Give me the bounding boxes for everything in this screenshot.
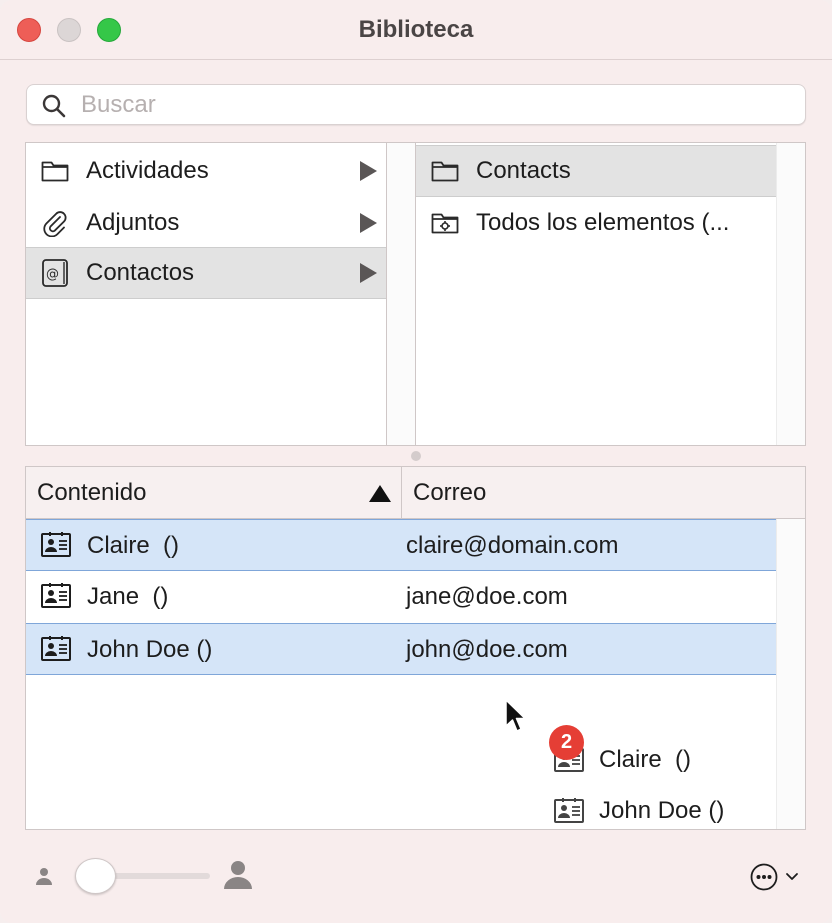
categories-pane: Actividades Adjuntos @ Contactos (25, 142, 387, 446)
category-item-actividades[interactable]: Actividades (26, 145, 386, 197)
folders-scrollbar[interactable] (776, 143, 805, 445)
large-person-icon (224, 861, 252, 889)
folder-icon (40, 156, 70, 186)
svg-text:@: @ (46, 267, 59, 282)
folders-pane: Contacts Todos los elementos (... (415, 142, 806, 446)
drag-preview: Claire () John Doe () 2 (545, 724, 795, 834)
category-item-adjuntos[interactable]: Adjuntos (26, 197, 386, 249)
contact-email: claire@domain.com (406, 532, 619, 559)
category-label: Actividades (86, 157, 209, 184)
smart-folder-icon (430, 208, 460, 238)
table-row[interactable]: John Doe () john@doe.com (26, 623, 777, 675)
paperclip-icon (40, 208, 70, 238)
ellipsis-circle-icon (750, 863, 798, 891)
drag-item: John Doe () (553, 791, 724, 831)
folder-label: Contacts (476, 157, 571, 184)
sort-ascending-icon (369, 485, 391, 502)
contact-email: john@doe.com (406, 636, 568, 663)
window-title: Biblioteca (358, 16, 474, 43)
table-header: Contenido Correo (26, 467, 805, 519)
search-input[interactable] (81, 89, 781, 121)
column-header-contenido[interactable]: Contenido (26, 467, 402, 518)
search-icon (42, 94, 66, 118)
split-view-handle[interactable] (411, 451, 421, 461)
table-row[interactable]: Jane () jane@doe.com (26, 571, 777, 623)
category-label: Adjuntos (86, 209, 180, 236)
library-window: Biblioteca Actividades Adjuntos @ (0, 0, 832, 923)
small-person-icon (36, 868, 52, 885)
drag-item-label: John Doe () (599, 797, 725, 824)
icon-size-slider-knob[interactable] (75, 858, 116, 894)
bottom-toolbar (0, 840, 832, 923)
folder-item-all-items[interactable]: Todos los elementos (... (416, 197, 777, 249)
category-item-contactos[interactable]: @ Contactos (26, 247, 386, 299)
address-book-icon: @ (40, 258, 70, 288)
search-field[interactable] (26, 84, 806, 125)
contact-name: Jane () (87, 583, 169, 610)
contact-name: John Doe () (87, 636, 213, 663)
contact-name: Claire () (87, 532, 180, 559)
title-bar: Biblioteca (0, 0, 832, 60)
drag-count-badge: 2 (549, 725, 584, 760)
disclosure-arrow-icon (360, 213, 377, 233)
contact-email: jane@doe.com (406, 583, 568, 610)
drag-item-label: Claire () (599, 746, 692, 773)
mouse-pointer-icon (505, 699, 526, 732)
disclosure-arrow-icon (360, 161, 377, 181)
folder-icon (430, 156, 460, 186)
contact-card-icon (41, 532, 71, 557)
table-row[interactable]: Claire () claire@domain.com (26, 519, 777, 571)
folder-item-contacts[interactable]: Contacts (416, 145, 777, 197)
folder-label: Todos los elementos (... (476, 209, 730, 236)
category-label: Contactos (86, 259, 195, 286)
column-scrollbar[interactable] (387, 142, 415, 446)
disclosure-arrow-icon (360, 263, 377, 283)
contact-card-icon (554, 798, 584, 823)
contact-card-icon (41, 583, 71, 608)
contact-card-icon (41, 636, 71, 661)
more-actions-button[interactable] (750, 862, 804, 892)
column-header-correo[interactable]: Correo (403, 467, 805, 518)
